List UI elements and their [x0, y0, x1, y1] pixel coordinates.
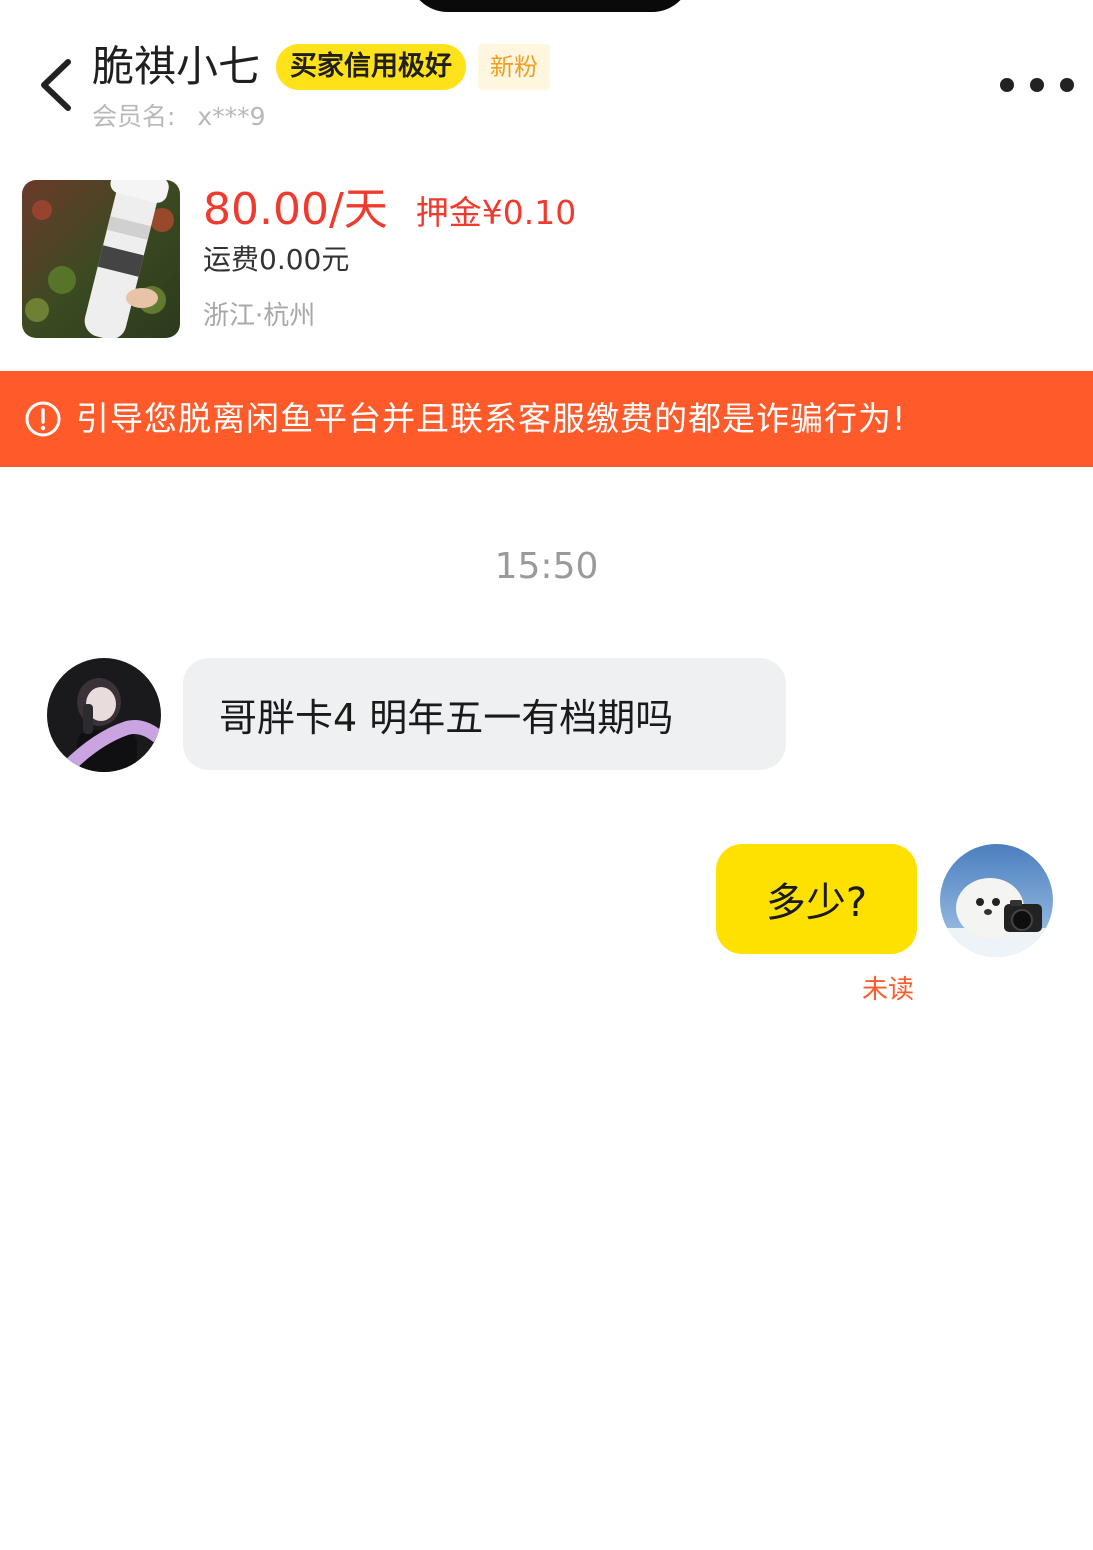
deposit-amount: 押金¥0.10	[415, 193, 577, 232]
member-name: 会员名: x***9	[92, 100, 266, 134]
new-fan-badge: 新粉	[478, 44, 551, 90]
shipping-fee: 运费0.00元	[203, 243, 350, 276]
message-bubble-received[interactable]: 哥胖卡4 明年五一有档期吗	[183, 658, 786, 770]
member-value: x***9	[197, 102, 266, 131]
more-dots-icon[interactable]	[1000, 70, 1074, 100]
fraud-warning-banner: 引导您脱离闲鱼平台并且联系客服缴费的都是诈骗行为!	[0, 371, 1093, 467]
product-card[interactable]: 80.00/天 押金¥0.10 运费0.00元 浙江·杭州	[0, 170, 1093, 360]
chat-area: 15:50 哥胖卡4 明年五一有档期吗 多少? 未读	[0, 467, 1093, 1550]
buyer-avatar[interactable]	[47, 658, 161, 772]
rental-price: 80.00/天	[203, 184, 388, 235]
seal-avatar[interactable]	[940, 844, 1053, 957]
message-text: 哥胖卡4 明年五一有档期吗	[219, 695, 674, 740]
message-timestamp: 15:50	[494, 546, 599, 587]
exclamation-circle-icon	[25, 401, 61, 437]
unread-status: 未读	[862, 975, 915, 1005]
title-row: 脆祺小七 买家信用极好 新粉	[92, 40, 551, 94]
price-row: 80.00/天 押金¥0.10	[203, 180, 576, 243]
message-text: 多少?	[765, 880, 868, 926]
chevron-left-icon	[41, 59, 71, 111]
warning-text: 引导您脱离闲鱼平台并且联系客服缴费的都是诈骗行为!	[76, 399, 907, 438]
message-bubble-sent[interactable]: 多少?	[716, 844, 917, 954]
credit-badge[interactable]: 买家信用极好	[276, 44, 467, 90]
member-label: 会员名:	[92, 102, 176, 131]
contact-name[interactable]: 脆祺小七	[92, 40, 260, 94]
product-image[interactable]	[22, 180, 180, 338]
product-location: 浙江·杭州	[203, 301, 316, 331]
chat-header: 脆祺小七 买家信用极好 新粉 会员名: x***9	[0, 0, 1093, 160]
back-button[interactable]	[30, 50, 84, 120]
